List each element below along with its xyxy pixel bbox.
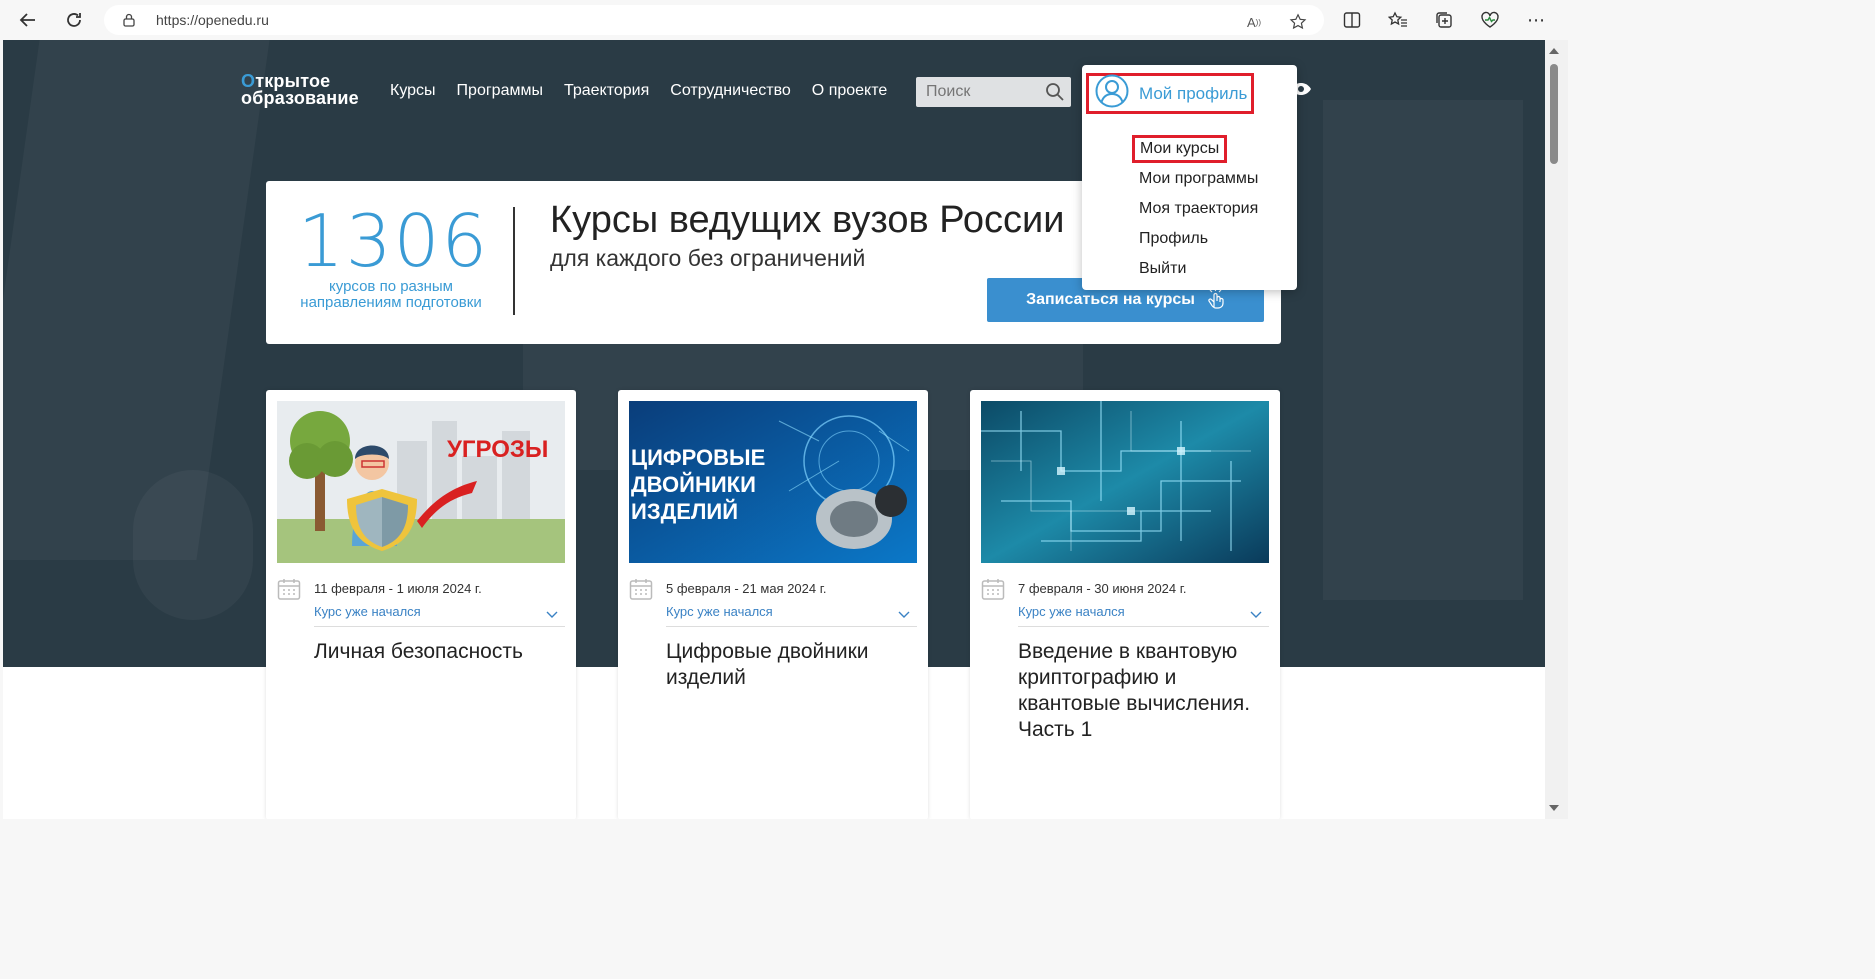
banner-subtitle: для каждого без ограничений bbox=[550, 245, 866, 271]
user-avatar-icon bbox=[1095, 74, 1129, 113]
scroll-up-icon[interactable] bbox=[1549, 48, 1559, 54]
read-aloud-icon[interactable]: A)) bbox=[1242, 10, 1266, 34]
search-icon[interactable] bbox=[1045, 82, 1065, 107]
split-screen-icon[interactable] bbox=[1340, 8, 1364, 32]
page-viewport: Открытое образование Курсы Программы Тра… bbox=[3, 40, 1545, 819]
menu-item-my-programs[interactable]: Мои программы bbox=[1139, 170, 1258, 188]
calendar-icon bbox=[981, 578, 1005, 605]
menu-item-courses[interactable]: Курсы bbox=[390, 82, 436, 100]
favorites-icon[interactable] bbox=[1386, 8, 1410, 32]
svg-text:УГРОЗЫ: УГРОЗЫ bbox=[447, 436, 548, 463]
course-count-label: курсов по разным направлениям подготовки bbox=[300, 278, 482, 311]
menu-item-my-courses[interactable]: Мои курсы bbox=[1132, 135, 1228, 163]
course-image-digital-twins[interactable]: ЦИФРОВЫЕ ДВОЙНИКИ ИЗДЕЛИЙ bbox=[629, 401, 917, 563]
course-dates: 11 февраля - 1 июля 2024 г. bbox=[314, 581, 482, 596]
card-divider bbox=[666, 626, 917, 627]
course-title[interactable]: Цифровые двойники изделий bbox=[666, 639, 921, 691]
lock-icon[interactable] bbox=[122, 13, 136, 27]
course-title[interactable]: Введение в квантовую криптографию и кван… bbox=[1018, 639, 1273, 743]
chevron-down-icon[interactable] bbox=[898, 606, 910, 624]
main-menu: Курсы Программы Траектория Сотрудничеств… bbox=[390, 82, 887, 100]
favorite-star-icon[interactable] bbox=[1286, 10, 1310, 34]
address-bar[interactable]: https://openedu.ru A)) bbox=[104, 5, 1324, 35]
search-box bbox=[916, 77, 1071, 107]
banner-divider bbox=[513, 207, 515, 315]
course-dates: 7 февраля - 30 июня 2024 г. bbox=[1018, 581, 1187, 596]
menu-item-programs[interactable]: Программы bbox=[457, 82, 543, 100]
search-input[interactable] bbox=[916, 83, 1036, 101]
course-status[interactable]: Курс уже начался bbox=[1018, 604, 1125, 619]
svg-text:ИЗДЕЛИЙ: ИЗДЕЛИЙ bbox=[631, 499, 738, 524]
course-count: 1306 bbox=[298, 199, 490, 283]
menu-item-trajectory[interactable]: Траектория bbox=[564, 82, 649, 100]
course-image-threats[interactable]: УГРОЗЫ bbox=[277, 401, 565, 563]
browser-toolbar: https://openedu.ru A)) ⋯ bbox=[0, 0, 1568, 40]
calendar-icon bbox=[277, 578, 301, 605]
site-logo[interactable]: Открытое образование bbox=[241, 72, 359, 107]
profile-dropdown: Мой профиль Мои курсы Мои программы Моя … bbox=[1082, 65, 1297, 290]
chevron-down-icon[interactable] bbox=[1250, 606, 1262, 624]
back-arrow-icon[interactable] bbox=[14, 6, 42, 34]
card-divider bbox=[314, 626, 565, 627]
scroll-thumb[interactable] bbox=[1550, 64, 1558, 164]
browser-essentials-icon[interactable] bbox=[1478, 8, 1502, 32]
menu-item-about[interactable]: О проекте bbox=[812, 82, 887, 100]
scroll-down-icon[interactable] bbox=[1549, 805, 1559, 811]
course-card[interactable]: 7 февраля - 30 июня 2024 г. Курс уже нач… bbox=[970, 390, 1280, 819]
course-card[interactable]: ЦИФРОВЫЕ ДВОЙНИКИ ИЗДЕЛИЙ 5 февраля - 21… bbox=[618, 390, 928, 819]
course-status[interactable]: Курс уже начался bbox=[314, 604, 421, 619]
svg-text:ДВОЙНИКИ: ДВОЙНИКИ bbox=[631, 472, 756, 497]
refresh-icon[interactable] bbox=[60, 6, 88, 34]
my-profile-link[interactable]: Мой профиль bbox=[1086, 73, 1254, 114]
menu-item-cooperation[interactable]: Сотрудничество bbox=[670, 82, 791, 100]
more-icon[interactable]: ⋯ bbox=[1524, 8, 1548, 32]
card-divider bbox=[1018, 626, 1269, 627]
collections-icon[interactable] bbox=[1432, 8, 1456, 32]
my-profile-label: Мой профиль bbox=[1139, 83, 1248, 103]
menu-item-profile[interactable]: Профиль bbox=[1139, 230, 1208, 248]
course-dates: 5 февраля - 21 мая 2024 г. bbox=[666, 581, 827, 596]
menu-item-logout[interactable]: Выйти bbox=[1139, 260, 1186, 278]
page-scrollbar[interactable] bbox=[1545, 40, 1568, 819]
course-card[interactable]: УГРОЗЫ 11 февраля - 1 июля 2024 г. Курс … bbox=[266, 390, 576, 819]
svg-text:ЦИФРОВЫЕ: ЦИФРОВЫЕ bbox=[631, 445, 765, 470]
pointer-hand-icon bbox=[1207, 287, 1225, 314]
course-title[interactable]: Личная безопасность bbox=[314, 639, 569, 665]
chevron-down-icon[interactable] bbox=[546, 606, 558, 624]
course-status[interactable]: Курс уже начался bbox=[666, 604, 773, 619]
url-text[interactable]: https://openedu.ru bbox=[156, 12, 269, 28]
banner-title: Курсы ведущих вузов России bbox=[550, 199, 1065, 241]
menu-item-my-trajectory[interactable]: Моя траектория bbox=[1139, 200, 1258, 218]
calendar-icon bbox=[629, 578, 653, 605]
course-image-quantum[interactable] bbox=[981, 401, 1269, 563]
